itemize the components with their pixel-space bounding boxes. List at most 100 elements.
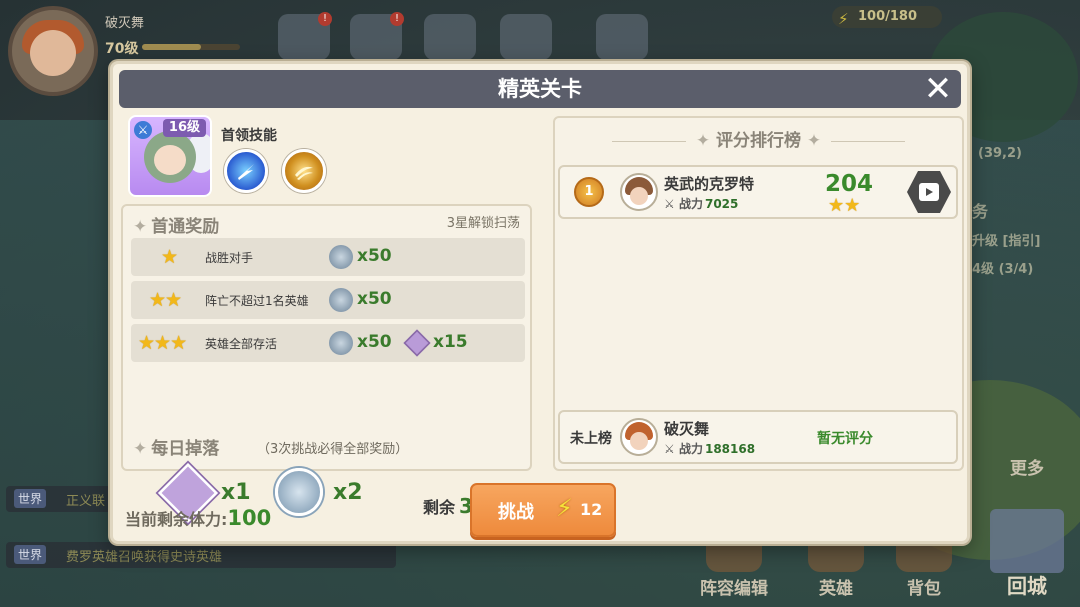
- rank-stars: ★★: [828, 195, 861, 216]
- more-button[interactable]: 更多: [1010, 454, 1044, 479]
- player-name: 破灭舞: [105, 16, 145, 31]
- reward-condition: 英雄全部存活: [205, 337, 278, 351]
- daily-drop-qty: x1: [221, 480, 251, 505]
- rank-score: 204: [825, 171, 874, 197]
- ranking-header: ✦ 评分排行榜 ✦: [555, 126, 962, 151]
- boss-portrait[interactable]: ⚔ 16级: [128, 115, 212, 197]
- sparkle-icon: ✦: [133, 439, 148, 459]
- score-ranking-panel: ✦ 评分排行榜 ✦ 1 英武的克罗特 ⚔ 战力7025 204 ★★ 未上榜: [553, 116, 964, 471]
- first-clear-panel: ✦ 首通奖励 3星解锁扫荡 ★ 战胜对手 x50 ★★ 阵亡不超过1名英雄 x50…: [121, 204, 532, 524]
- castle-icon: [990, 509, 1064, 573]
- rank-medal-icon: 1: [574, 177, 604, 207]
- chat-channel: 世界: [14, 489, 47, 508]
- star-rating-1: ★: [161, 246, 178, 268]
- ranking-row[interactable]: 1 英武的克罗特 ⚔ 战力 7025 204 ★★: [558, 165, 958, 219]
- remaining-attempts: 剩余 3: [423, 494, 473, 518]
- avatar-face: [630, 432, 648, 450]
- backpack-label: 背包: [907, 579, 941, 599]
- ranking-title: 评分排行榜: [716, 131, 801, 151]
- reward-qty: x50: [357, 246, 392, 266]
- energy-counter: ⚡ 100/180: [832, 6, 942, 28]
- chat-line[interactable]: 世界 费罗英雄召唤获得史诗英雄: [6, 542, 396, 568]
- reward-condition: 战胜对手: [205, 251, 254, 265]
- daily-drop-title: 每日掉落: [151, 439, 220, 459]
- lightning-icon: ⚡: [556, 494, 573, 522]
- boss-face: [154, 145, 186, 175]
- player-avatar[interactable]: [8, 6, 98, 96]
- remaining-stamina: 当前剩余体力:100: [125, 506, 271, 530]
- notify-badge: !: [390, 12, 404, 26]
- power-value: 188168: [704, 442, 756, 456]
- replay-video-button[interactable]: [907, 171, 951, 213]
- side-task-guide[interactable]: 升级 [指引]: [972, 230, 1040, 249]
- daily-drop-qty: x2: [333, 480, 363, 505]
- first-clear-header: ✦ 首通奖励: [133, 212, 219, 237]
- stamina-label: 当前剩余体力:: [125, 510, 228, 529]
- challenge-cost: 12: [580, 500, 603, 519]
- star-rating-3: ★★★: [138, 332, 187, 354]
- chat-message: 费罗英雄召唤获得史诗英雄: [66, 550, 223, 565]
- daily-drop-note: （3次挑战必得全部奖励）: [257, 442, 409, 457]
- video-play-icon: [919, 183, 939, 201]
- dialog-title-bar: 精英关卡 ✕: [119, 70, 961, 108]
- sweep-unlock-note: 3星解锁扫荡: [446, 216, 520, 231]
- player-name: 英武的克罗特: [664, 175, 755, 193]
- player-level: 70级: [105, 41, 139, 57]
- star-rating-2: ★★: [149, 289, 182, 311]
- notify-badge: !: [318, 12, 332, 26]
- hero-orb-icon: [329, 331, 353, 355]
- avatar-face: [630, 187, 648, 205]
- daily-drop-header: ✦ 每日掉落: [133, 434, 219, 459]
- energy-value: 100/180: [858, 9, 918, 24]
- chat-message: 正义联: [66, 494, 106, 509]
- side-task-progress: 4级 (3/4): [972, 262, 1034, 277]
- reward-row: ★★★ 英雄全部存活 x50 x15: [131, 324, 525, 362]
- lineup-edit-label: 阵容编辑: [700, 579, 768, 599]
- pirate-icon[interactable]: [424, 14, 476, 60]
- avatar[interactable]: [620, 173, 658, 211]
- first-clear-title: 首通奖励: [151, 217, 220, 237]
- stamina-value: 100: [227, 506, 272, 530]
- lightning-skill-icon[interactable]: [224, 149, 268, 193]
- avatar[interactable]: [620, 418, 658, 456]
- boss-skill-label: 首领技能: [221, 128, 277, 144]
- divider: [611, 140, 686, 142]
- level-progress-bar: [142, 44, 240, 50]
- reward-condition: 阵亡不超过1名英雄: [205, 294, 309, 308]
- map-coords: (39,2): [978, 146, 1022, 161]
- sparkle-icon: ✦: [806, 131, 822, 151]
- reward-qty: x50: [357, 289, 392, 309]
- player-name: 破灭舞: [664, 420, 710, 438]
- return-castle-label: 回城: [1007, 574, 1047, 598]
- chat-channel: 世界: [14, 545, 47, 564]
- heroes-label: 英雄: [819, 579, 853, 599]
- portal-icon[interactable]: [596, 14, 648, 60]
- hero-orb-icon: [329, 245, 353, 269]
- remaining-label: 剩余: [423, 498, 456, 517]
- avatar-face: [30, 30, 76, 76]
- golden-slash-skill-icon[interactable]: [282, 149, 326, 193]
- challenge-label: 挑战: [498, 502, 534, 523]
- dialog-title: 精英关卡: [498, 77, 582, 101]
- boss-level-tag: 16级: [162, 119, 206, 137]
- level-progress-fill: [142, 44, 201, 50]
- divider: [831, 140, 906, 142]
- sword-class-icon: ⚔: [134, 121, 152, 139]
- reward-row: ★★ 阵亡不超过1名英雄 x50: [131, 281, 525, 319]
- crossed-swords-icon: ⚔: [664, 197, 675, 211]
- sparkle-icon: ✦: [695, 131, 711, 151]
- crossed-swords-icon: ⚔: [664, 442, 675, 456]
- sparkle-icon: ✦: [133, 217, 148, 237]
- hero-orb-icon: [329, 288, 353, 312]
- elite-stage-dialog: 精英关卡 ✕ ⚔ 16级 首领技能 ✦ 首通奖励 3星解锁扫荡 ★ 战胜对手 x5…: [110, 61, 970, 544]
- hero-shard-icon: [403, 329, 431, 357]
- return-castle-button[interactable]: 回城: [982, 489, 1072, 599]
- power-label: 战力: [678, 442, 703, 456]
- power-stat: ⚔ 战力 7025: [664, 195, 738, 212]
- challenge-button[interactable]: 挑战 ⚡ 12: [470, 483, 616, 537]
- reward-qty: x15: [433, 332, 468, 352]
- close-icon[interactable]: ✕: [921, 70, 955, 108]
- trident-icon[interactable]: [500, 14, 552, 60]
- power-value: 7025: [704, 197, 739, 211]
- my-rank-label: 未上榜: [570, 431, 612, 447]
